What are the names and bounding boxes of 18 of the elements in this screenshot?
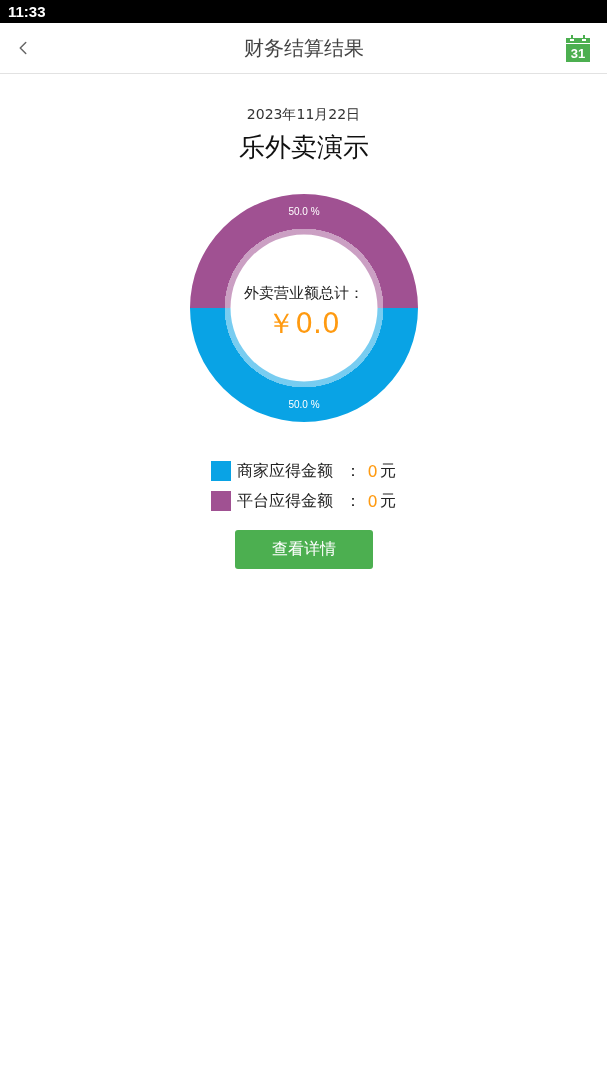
legend-amount: 0 <box>367 491 378 511</box>
legend-label: 商家应得金额 <box>237 460 334 482</box>
legend-unit: 元 <box>379 490 396 512</box>
legend-colon: ： <box>345 460 362 482</box>
store-name: 乐外卖演示 <box>238 131 369 163</box>
report-date: 2023年11月22日 <box>246 105 361 123</box>
legend-unit: 元 <box>379 460 396 482</box>
total-label: 外卖营业额总计： <box>243 283 364 303</box>
legend-amount: 0 <box>367 461 378 481</box>
slice-percent-label: 50.0 % <box>287 205 320 217</box>
status-time: 11:33 <box>8 3 46 20</box>
calendar-button[interactable]: 31 <box>566 34 590 62</box>
slice-percent-label: 50.0 % <box>287 399 320 411</box>
view-details-button[interactable]: 查看详情 <box>234 530 373 569</box>
legend-label: 平台应得金额 <box>237 490 334 512</box>
page-title: 财务结算结果 <box>243 34 364 62</box>
legend-colon: ： <box>345 490 362 512</box>
total-amount: ￥0.0 <box>267 307 340 341</box>
